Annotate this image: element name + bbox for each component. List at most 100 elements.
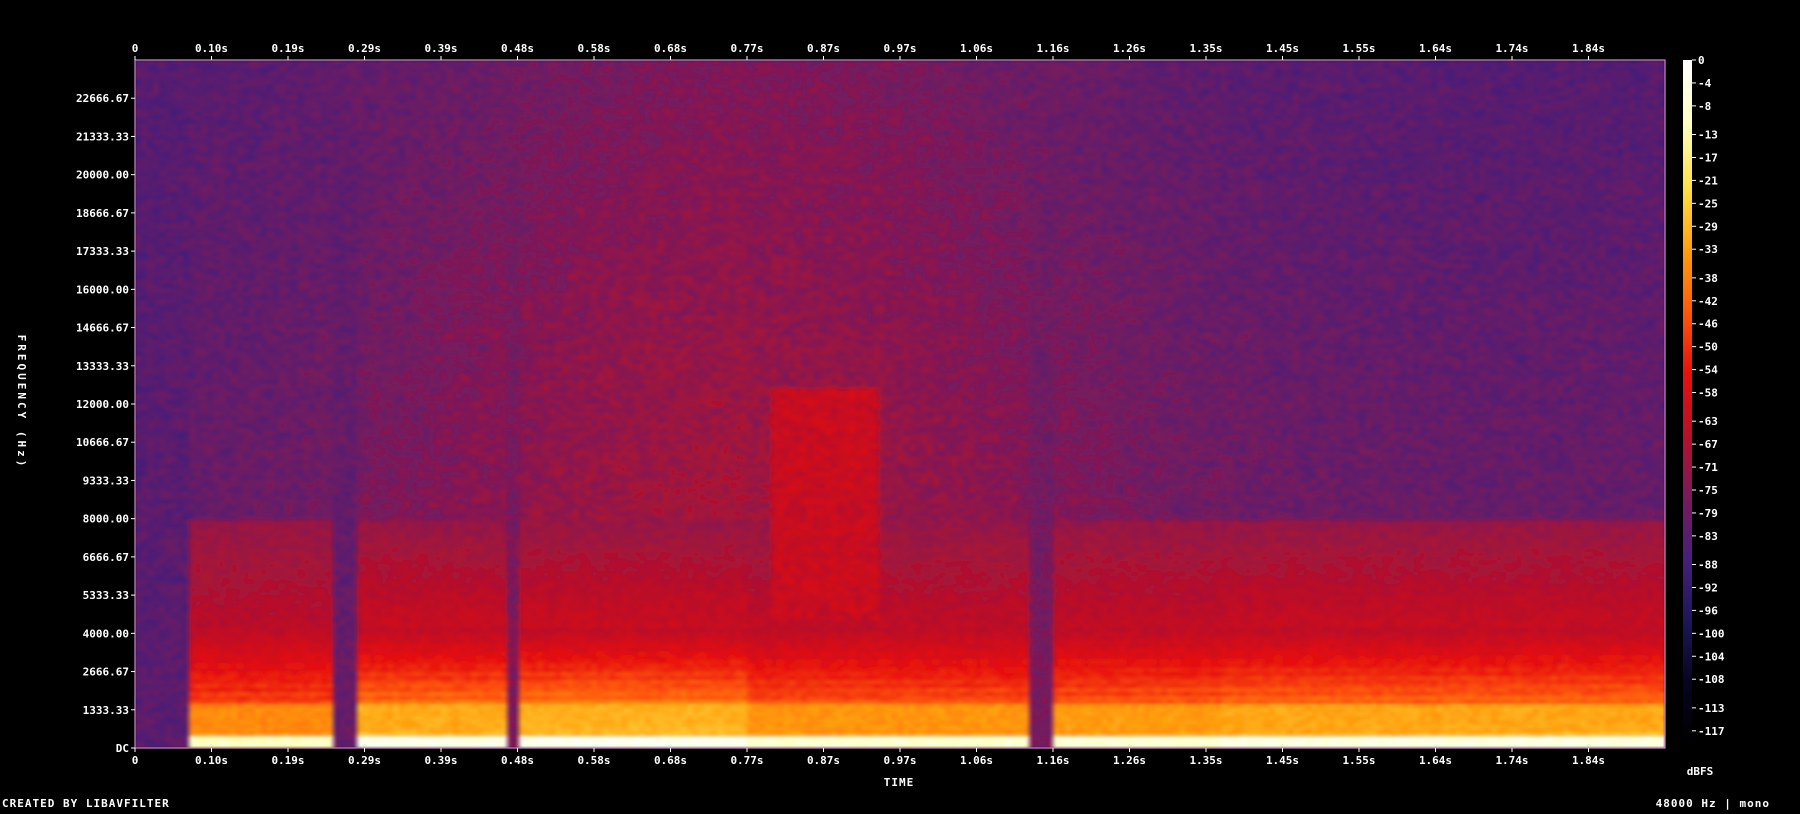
x-tick-label-top: 0.29s (348, 42, 381, 55)
y-tick-label: 2666.67 (83, 666, 129, 679)
x-axis-bottom: 0 0.10s 0.19s 0.29s 0.39s 0.48s 0.58s 0.68s 0.77… (132, 748, 1605, 767)
y-tick-label: 21333.33 (76, 130, 129, 143)
x-tick-label-bottom: 0.58s (577, 754, 610, 767)
colorbar-tick-label: -117 (1698, 725, 1725, 738)
y-tick-label: 1333.33 (83, 704, 129, 717)
colorbar-tick-label: -79 (1698, 507, 1718, 520)
colorbar-tick-label: -88 (1698, 559, 1718, 572)
colorbar-tick-label: -63 (1698, 415, 1718, 428)
colorbar-tick-label: -21 (1698, 174, 1718, 187)
y-tick-label: 8000.00 (83, 513, 129, 526)
x-tick-label-bottom: 1.45s (1266, 754, 1299, 767)
x-tick-label-top: 1.74s (1495, 42, 1528, 55)
x-tick-label-top: 1.16s (1036, 42, 1069, 55)
y-tick-label: 6666.67 (83, 551, 129, 564)
x-tick-label-bottom: 0.10s (195, 754, 228, 767)
colorbar-tick-label: -42 (1698, 295, 1718, 308)
spectrogram-raster (135, 60, 1665, 748)
y-tick-label: 4000.00 (83, 627, 129, 640)
x-tick-label-bottom: 0 (132, 754, 139, 767)
spectrogram-figure: 0 0.10s 0.19s 0.29s 0.39s 0.48s 0.58s 0.68s 0.77… (0, 0, 1800, 810)
colorbar-tick-label: -113 (1698, 702, 1725, 715)
y-tick-label: 16000.00 (76, 283, 129, 296)
colorbar-tick-label: -75 (1698, 484, 1718, 497)
y-tick-label: 9333.33 (83, 474, 129, 487)
x-tick-label-bottom: 1.35s (1189, 754, 1222, 767)
x-tick-label-top: 0.87s (807, 42, 840, 55)
x-tick-label-top: 0.77s (730, 42, 763, 55)
colorbar-tick-label: -54 (1698, 364, 1718, 377)
x-tick-label-bottom: 0.97s (883, 754, 916, 767)
y-tick-label: DC (116, 742, 129, 755)
x-tick-label-top: 0.68s (654, 42, 687, 55)
colorbar-tick-label: -33 (1698, 243, 1718, 256)
colorbar-label: dBFS (1687, 765, 1714, 778)
x-tick-label-bottom: 0.19s (271, 754, 304, 767)
x-tick-label-bottom: 1.74s (1495, 754, 1528, 767)
y-tick-label: 14666.67 (76, 322, 129, 335)
colorbar-tick-label: -46 (1698, 318, 1718, 331)
colorbar-tick-label: -17 (1698, 151, 1718, 164)
x-tick-label-top: 1.55s (1342, 42, 1375, 55)
colorbar-tick-label: -25 (1698, 197, 1718, 210)
colorbar-tick-label: 0 (1698, 54, 1705, 67)
y-axis: DC 1333.33 2666.67 4000.00 5333.33 6666.67 800… (76, 92, 135, 755)
spectrogram-chart: 0 0.10s 0.19s 0.29s 0.39s 0.48s 0.58s 0.68s 0.77… (15, 42, 1725, 789)
y-tick-label: 13333.33 (76, 360, 129, 373)
x-tick-label-top: 0.10s (195, 42, 228, 55)
x-tick-label-bottom: 1.06s (960, 754, 993, 767)
colorbar-tick-label: -71 (1698, 461, 1718, 474)
x-tick-label-top: 1.45s (1266, 42, 1299, 55)
x-axis-top: 0 0.10s 0.19s 0.29s 0.39s 0.48s 0.58s 0.68s 0.77… (132, 42, 1605, 60)
footer-sample-info: 48000 Hz | mono (1655, 797, 1770, 810)
x-tick-label-bottom: 1.64s (1419, 754, 1452, 767)
x-tick-label-top: 0.97s (883, 42, 916, 55)
x-tick-label-top: 0.39s (424, 42, 457, 55)
x-tick-label-bottom: 0.29s (348, 754, 381, 767)
x-tick-label-bottom: 0.39s (424, 754, 457, 767)
colorbar-tick-label: -83 (1698, 530, 1718, 543)
x-tick-label-top: 0.48s (501, 42, 534, 55)
colorbar-tick-label: -92 (1698, 581, 1718, 594)
x-tick-label-bottom: 0.87s (807, 754, 840, 767)
x-tick-label-top: 1.84s (1572, 42, 1605, 55)
colorbar-tick-label: -104 (1698, 650, 1725, 663)
footer-credit: CREATED BY LIBAVFILTER (2, 797, 170, 810)
colorbar-tick-label: -50 (1698, 341, 1718, 354)
y-axis-label: FREQUENCY (Hz) (15, 335, 28, 470)
x-tick-label-top: 0 (132, 42, 139, 55)
x-tick-label-bottom: 1.84s (1572, 754, 1605, 767)
spectrogram-image (135, 60, 1665, 748)
colorbar-tick-label: -67 (1698, 438, 1718, 451)
y-tick-label: 10666.67 (76, 436, 129, 449)
colorbar-tick-label: -29 (1698, 220, 1718, 233)
y-tick-label: 17333.33 (76, 245, 129, 258)
y-tick-label: 5333.33 (83, 589, 129, 602)
x-tick-label-top: 1.26s (1113, 42, 1146, 55)
y-tick-label: 20000.00 (76, 169, 129, 182)
colorbar-tick-label: -96 (1698, 604, 1718, 617)
colorbar-tick-label: -108 (1698, 673, 1725, 686)
colorbar-tick-label: -38 (1698, 272, 1718, 285)
colorbar-tick-label: -100 (1698, 627, 1725, 640)
colorbar-tick-label: -8 (1698, 100, 1711, 113)
x-tick-label-bottom: 0.68s (654, 754, 687, 767)
x-tick-label-top: 0.58s (577, 42, 610, 55)
x-axis-label: TIME (884, 776, 915, 789)
colorbar: 0 -4 -8 -13 -17 -21 -25 -29 -33 -38 -42 -46 -50 -54 -5… (1683, 54, 1725, 748)
colorbar-tick-label: -4 (1698, 77, 1712, 90)
x-tick-label-top: 1.06s (960, 42, 993, 55)
y-tick-label: 22666.67 (76, 92, 129, 105)
x-tick-label-top: 0.19s (271, 42, 304, 55)
x-tick-label-bottom: 0.77s (730, 754, 763, 767)
y-tick-label: 12000.00 (76, 398, 129, 411)
colorbar-tick-label: -13 (1698, 129, 1718, 142)
x-tick-label-bottom: 1.55s (1342, 754, 1375, 767)
x-tick-label-bottom: 1.16s (1036, 754, 1069, 767)
colorbar-gradient (1683, 60, 1692, 748)
y-tick-label: 18666.67 (76, 207, 129, 220)
x-tick-label-bottom: 1.26s (1113, 754, 1146, 767)
x-tick-label-top: 1.64s (1419, 42, 1452, 55)
colorbar-tick-label: -58 (1698, 387, 1718, 400)
x-tick-label-top: 1.35s (1189, 42, 1222, 55)
